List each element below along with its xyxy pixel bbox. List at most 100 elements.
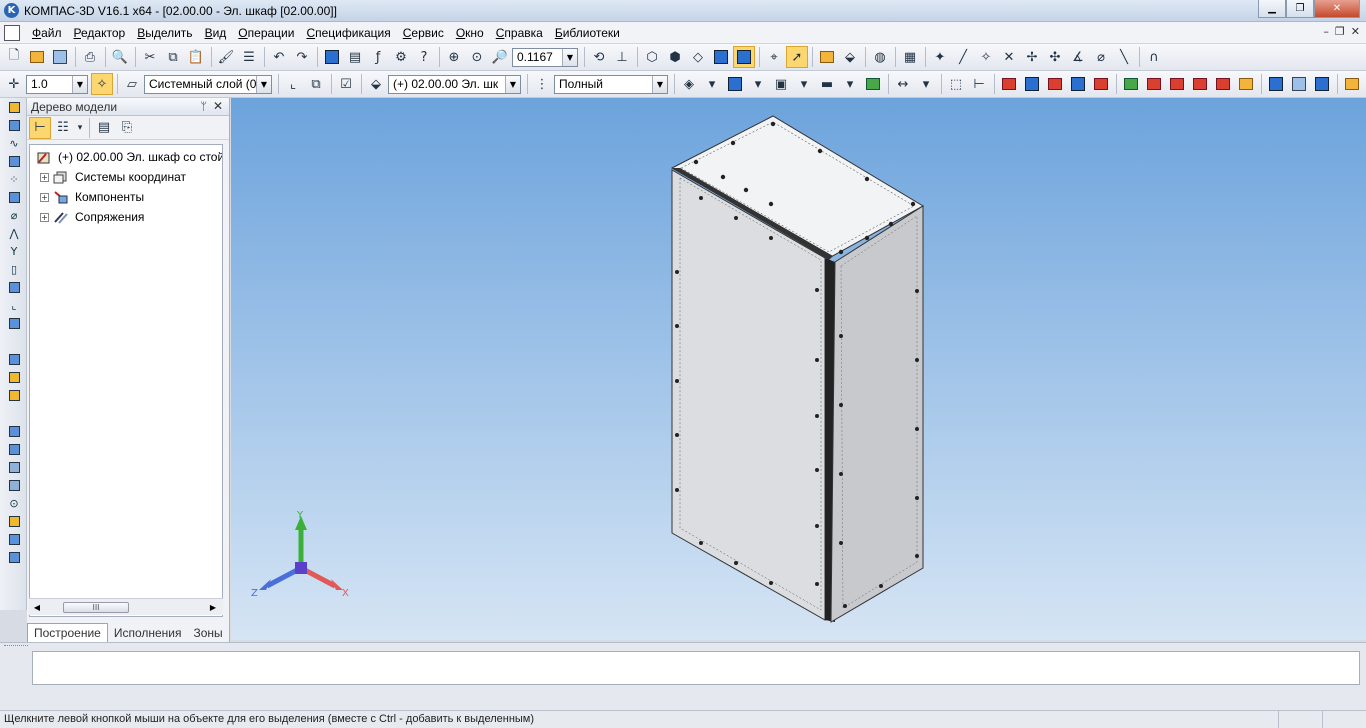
minimize-button[interactable]: ▁ bbox=[1258, 0, 1286, 18]
axis-icon[interactable] bbox=[3, 315, 25, 332]
hatch-icon[interactable]: ▣ bbox=[770, 73, 792, 95]
shaded-edges-icon[interactable] bbox=[733, 46, 755, 68]
mate-icon[interactable] bbox=[3, 423, 25, 440]
op-loft-icon[interactable] bbox=[1067, 73, 1089, 95]
scroll-thumb[interactable]: III bbox=[63, 601, 129, 613]
snap-angle-icon[interactable]: ✕ bbox=[998, 46, 1020, 68]
variables-icon[interactable]: ▤ bbox=[344, 46, 366, 68]
rotate-view-icon[interactable]: ⟲ bbox=[588, 46, 610, 68]
properties-panel-area[interactable] bbox=[32, 651, 1360, 685]
document-icon[interactable] bbox=[4, 24, 20, 41]
snap-center-icon[interactable]: ✣ bbox=[1044, 46, 1066, 68]
chevron-down-icon[interactable]: ▾ bbox=[701, 73, 723, 95]
print-icon[interactable]: ⎙ bbox=[79, 46, 101, 68]
chevron-down-icon[interactable]: ▾ bbox=[75, 117, 85, 139]
paste-icon[interactable]: 📋 bbox=[185, 46, 207, 68]
copy-icon[interactable]: ⧉ bbox=[162, 46, 184, 68]
menu-window[interactable]: Окно bbox=[450, 22, 490, 44]
cut-icon[interactable]: ✂ bbox=[139, 46, 161, 68]
array-icon[interactable]: ⁘ bbox=[3, 171, 25, 188]
kinematic-icon[interactable] bbox=[3, 153, 25, 170]
zoom-window-icon[interactable]: ⊕ bbox=[443, 46, 465, 68]
parts-icon[interactable] bbox=[816, 46, 838, 68]
assembly-icon[interactable] bbox=[3, 387, 25, 404]
chevron-down-icon[interactable]: ▾ bbox=[793, 73, 815, 95]
mirror-icon[interactable] bbox=[3, 189, 25, 206]
properties-icon[interactable]: ☰ bbox=[238, 46, 260, 68]
hole-icon[interactable] bbox=[3, 279, 25, 296]
chevron-down-icon[interactable]: ▾ bbox=[747, 73, 769, 95]
op-edit-icon[interactable] bbox=[1120, 73, 1142, 95]
layers-icon[interactable]: ▱ bbox=[121, 73, 143, 95]
chevron-down-icon[interactable]: ▼ bbox=[256, 75, 271, 93]
snap-end-icon[interactable]: ╲ bbox=[1113, 46, 1135, 68]
library-icon[interactable] bbox=[3, 531, 25, 548]
scroll-left-icon[interactable]: ◀ bbox=[29, 603, 45, 612]
op-extrude-icon[interactable] bbox=[998, 73, 1020, 95]
snap-normal-icon[interactable]: ∡ bbox=[1067, 46, 1089, 68]
wireframe-icon[interactable]: ⬡ bbox=[641, 46, 663, 68]
scroll-right-icon[interactable]: ▶ bbox=[205, 603, 221, 612]
menu-libraries[interactable]: Библиотеки bbox=[549, 22, 626, 44]
select-filter-icon[interactable]: ➚ bbox=[786, 46, 808, 68]
pin-icon[interactable]: ᛘ bbox=[200, 100, 207, 113]
dimension-icon[interactable]: ↔ bbox=[892, 73, 914, 95]
op-cut-icon[interactable] bbox=[1090, 73, 1112, 95]
mdi-minimize-button[interactable]: – bbox=[1323, 25, 1329, 38]
maximize-button[interactable]: ❐ bbox=[1286, 0, 1314, 18]
chevron-down-icon[interactable]: ▼ bbox=[562, 48, 577, 66]
color-icon[interactable] bbox=[724, 73, 746, 95]
menu-editor[interactable]: Редактор bbox=[68, 22, 132, 44]
line-icon[interactable]: ╱ bbox=[952, 46, 974, 68]
op-surface-icon[interactable] bbox=[1288, 73, 1310, 95]
menu-operations[interactable]: Операции bbox=[232, 22, 300, 44]
op-bend-icon[interactable] bbox=[1311, 73, 1333, 95]
snap-icon[interactable]: ⌖ bbox=[763, 46, 785, 68]
op-frame-icon[interactable] bbox=[1212, 73, 1234, 95]
chevron-down-icon[interactable]: ▾ bbox=[915, 73, 937, 95]
zoom-value-combo[interactable]: 0.1167 ▼ bbox=[512, 47, 578, 67]
shell-icon[interactable]: ⌀ bbox=[3, 207, 25, 224]
tree-item-components[interactable]: + Компоненты bbox=[30, 187, 222, 207]
magnet-icon[interactable]: ∩ bbox=[1143, 46, 1165, 68]
measure-icon[interactable] bbox=[3, 369, 25, 386]
manager-icon[interactable] bbox=[321, 46, 343, 68]
help-cursor-icon[interactable]: ? bbox=[413, 46, 435, 68]
tab-zones[interactable]: Зоны bbox=[188, 624, 229, 642]
insert-part-icon[interactable]: ⬙ bbox=[839, 46, 861, 68]
menu-service[interactable]: Сервис bbox=[397, 22, 450, 44]
thin-lines-icon[interactable]: ◇ bbox=[687, 46, 709, 68]
filter-icon[interactable]: ⊙ bbox=[3, 495, 25, 512]
mdi-close-button[interactable]: ✕ bbox=[1351, 25, 1360, 38]
move-icon[interactable] bbox=[3, 441, 25, 458]
save-icon[interactable] bbox=[49, 46, 71, 68]
tree-list-icon[interactable]: ▤ bbox=[93, 117, 115, 139]
fillet-icon[interactable]: ▯ bbox=[3, 261, 25, 278]
panel-grip[interactable] bbox=[4, 645, 28, 647]
hidden-lines-icon[interactable]: ⬢ bbox=[664, 46, 686, 68]
round-mode-icon[interactable]: ✧ bbox=[91, 73, 113, 95]
chevron-down-icon[interactable]: ▼ bbox=[72, 75, 87, 93]
op-kinematic-icon[interactable] bbox=[1044, 73, 1066, 95]
menu-help[interactable]: Справка bbox=[490, 22, 549, 44]
op-grid-icon[interactable] bbox=[1341, 73, 1363, 95]
chamfer-icon[interactable]: Y bbox=[3, 243, 25, 260]
op-rotate-icon[interactable] bbox=[1021, 73, 1043, 95]
extrude-icon[interactable] bbox=[3, 117, 25, 134]
undo-icon[interactable]: ↶ bbox=[268, 46, 290, 68]
chevron-down-icon[interactable]: ▼ bbox=[652, 75, 667, 93]
cabinet-3d-model[interactable] bbox=[231, 98, 1366, 640]
close-icon[interactable]: ✕ bbox=[213, 99, 223, 113]
section-icon[interactable] bbox=[3, 477, 25, 494]
component-icon[interactable] bbox=[3, 405, 25, 422]
coordinates-icon[interactable]: ⌞ bbox=[282, 73, 304, 95]
expand-icon[interactable]: + bbox=[40, 212, 49, 222]
layer-combo[interactable]: Системный слой (0) ▼ bbox=[144, 74, 272, 94]
rotate-component-icon[interactable] bbox=[3, 459, 25, 476]
tab-build[interactable]: Построение bbox=[27, 623, 108, 642]
spec-icon[interactable] bbox=[3, 351, 25, 368]
tree-structure-icon[interactable]: ⊢ bbox=[29, 116, 51, 139]
snap-middle-icon[interactable]: ✢ bbox=[1021, 46, 1043, 68]
redo-icon[interactable]: ↷ bbox=[291, 46, 313, 68]
tree-item-mates[interactable]: + Сопряжения bbox=[30, 207, 222, 227]
